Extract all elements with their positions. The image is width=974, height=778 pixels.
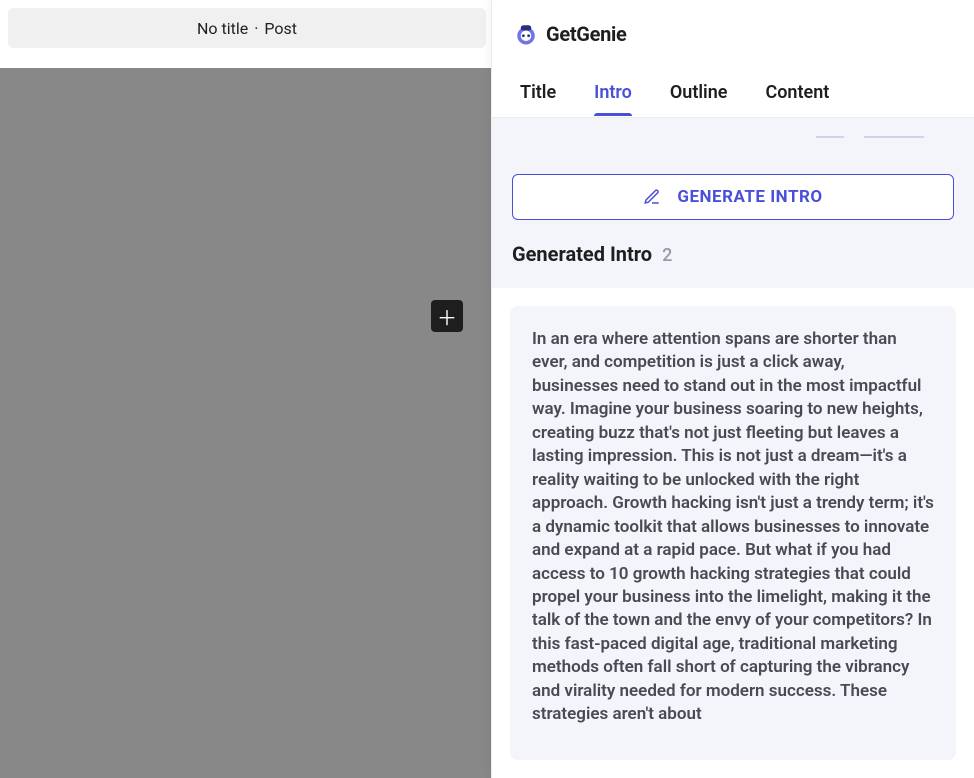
doc-title-text: No title [197, 19, 248, 38]
plus-icon: ＋ [437, 302, 457, 331]
slider-track-segment [816, 136, 844, 138]
intro-result-card[interactable]: In an era where attention spans are shor… [510, 306, 956, 760]
doc-type-text: Post [264, 19, 297, 38]
generate-intro-label: GENERATE INTRO [677, 187, 822, 207]
editor-canvas[interactable]: ＋ [0, 56, 491, 778]
section-count: 2 [662, 245, 672, 266]
getgenie-sidebar: GetGenie Title Intro Outline Content GEN… [491, 0, 974, 778]
genie-icon [512, 20, 540, 48]
title-separator: · [254, 19, 258, 38]
intro-result-text: In an era where attention spans are shor… [532, 329, 934, 724]
add-block-button[interactable]: ＋ [431, 300, 463, 332]
main-area: ＋ GetGenie Title Intro Outline Content [0, 56, 974, 778]
sidebar-header: GetGenie [492, 0, 974, 68]
brand-name: GetGenie [546, 22, 627, 46]
tab-intro[interactable]: Intro [594, 70, 632, 115]
panel-body: GENERATE INTRO Generated Intro 2 In an e… [492, 118, 974, 778]
document-title-pill[interactable]: No title · Post [8, 8, 486, 48]
wizard-tabs: Title Intro Outline Content [492, 68, 974, 118]
results-area: In an era where attention spans are shor… [492, 288, 974, 778]
generate-intro-button[interactable]: GENERATE INTRO [512, 174, 954, 220]
tab-title[interactable]: Title [520, 70, 556, 115]
generated-intro-heading: Generated Intro 2 [492, 242, 974, 288]
brand-logo: GetGenie [512, 20, 627, 48]
creativity-slider[interactable] [512, 118, 954, 158]
tab-outline[interactable]: Outline [670, 70, 728, 115]
pencil-icon [643, 188, 661, 206]
slider-track-segment [864, 136, 924, 138]
tab-content[interactable]: Content [765, 70, 829, 115]
section-title: Generated Intro [512, 242, 652, 266]
